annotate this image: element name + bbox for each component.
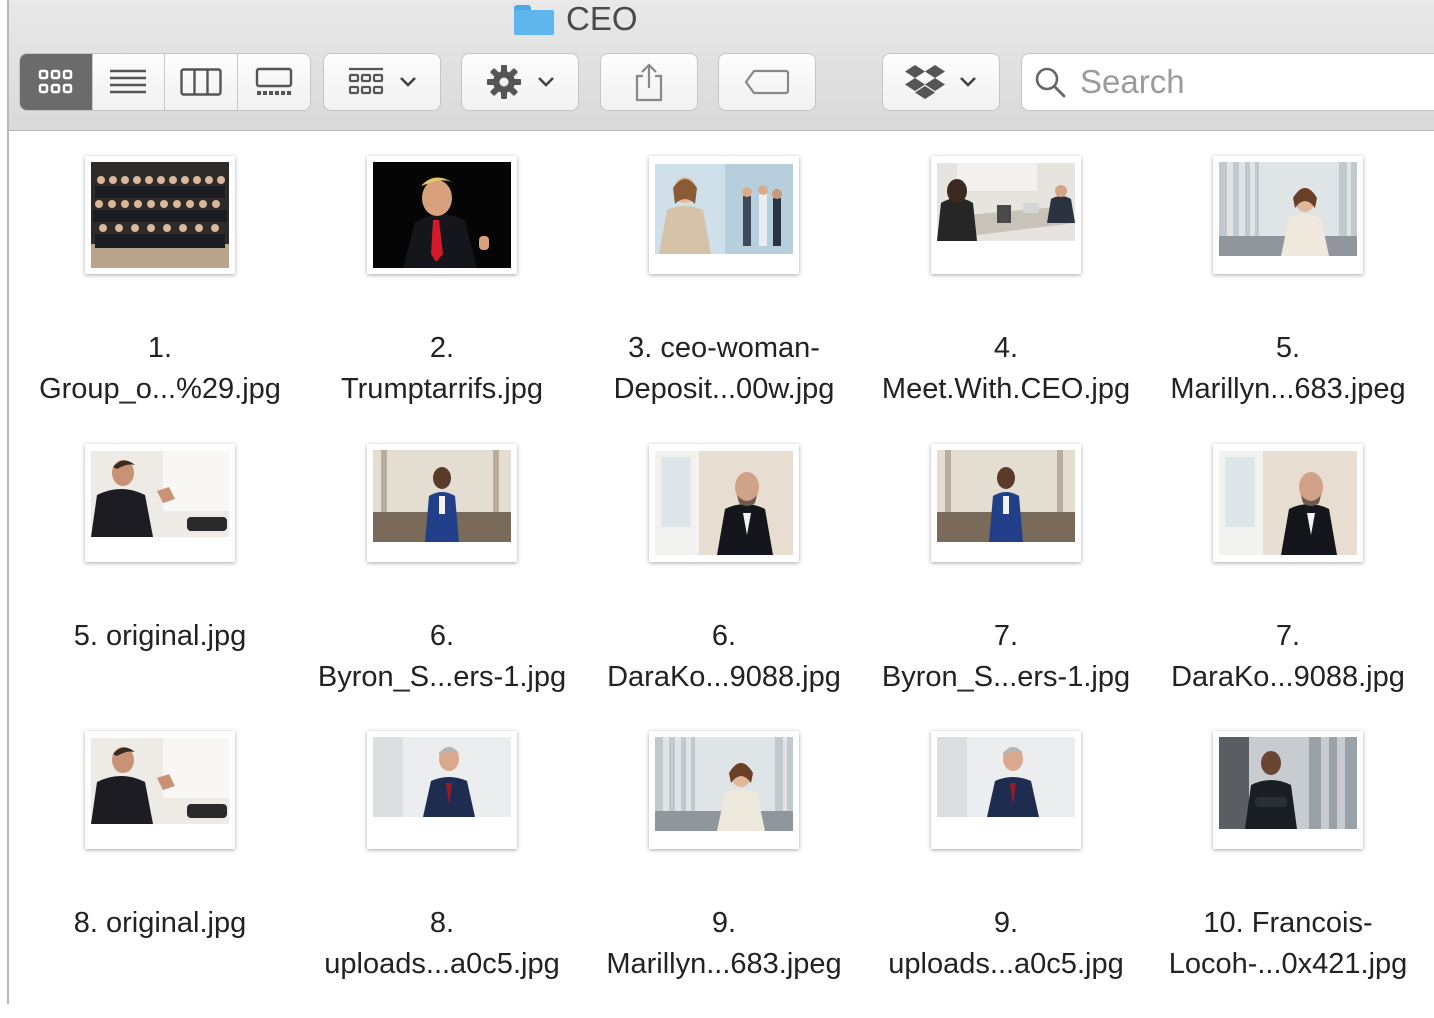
file-thumbnail (649, 731, 799, 849)
window-title: CEO (514, 0, 638, 38)
gallery-view-icon (255, 67, 292, 95)
icon-view-button[interactable] (20, 54, 93, 110)
file-name: 8. original.jpg (73, 907, 247, 939)
file-thumbnail (367, 731, 517, 849)
dropbox-button[interactable] (882, 53, 1000, 111)
tag-icon (744, 69, 790, 95)
bald-man-profile-image (1219, 451, 1357, 555)
file-name: 6. Byron_S...ers-1.jpg (317, 620, 567, 693)
file-thumbnail (1213, 156, 1363, 274)
file-thumbnail (85, 156, 235, 274)
file-item[interactable]: 1. Group_o...%29.jpg (19, 130, 301, 410)
file-item[interactable]: 5. Marillyn...683.jpeg (1147, 130, 1429, 410)
icon-view-icon (38, 69, 72, 94)
window-title-text: CEO (566, 0, 638, 37)
group-grid-icon (348, 67, 384, 95)
woman-corridor-image (1219, 162, 1357, 256)
chevron-down-icon (538, 77, 554, 87)
file-thumbnail (367, 156, 517, 274)
file-name: 2. Trumptarrifs.jpg (341, 332, 543, 405)
man-blue-suit-hallway-image (937, 450, 1075, 542)
file-item[interactable]: 5. original.jpg (19, 418, 301, 698)
file-item[interactable]: 9. Marillyn...683.jpeg (583, 705, 865, 985)
bald-man-profile-image (655, 451, 793, 555)
file-name: 8. uploads...a0c5.jpg (324, 907, 560, 980)
group-photo-image (91, 162, 229, 268)
file-item[interactable]: 9. uploads...a0c5.jpg (865, 705, 1147, 985)
gallery-view-button[interactable] (238, 54, 311, 110)
man-arms-crossed-image (1219, 737, 1357, 829)
file-name: 5. Marillyn...683.jpeg (1170, 332, 1406, 405)
group-by-button[interactable] (323, 53, 441, 111)
desktop-edge (0, 0, 7, 1018)
file-item[interactable]: 6. DaraKo...9088.jpg (583, 418, 865, 698)
file-item[interactable]: 2. Trumptarrifs.jpg (301, 130, 583, 410)
meeting-room-image (937, 163, 1075, 241)
view-mode-group (19, 53, 311, 111)
file-name: 7. DaraKo...9088.jpg (1171, 620, 1405, 693)
tag-button[interactable] (718, 53, 816, 111)
file-thumbnail (367, 444, 517, 562)
file-name: 4. Meet.With.CEO.jpg (881, 332, 1131, 405)
file-thumbnail (649, 444, 799, 562)
businessman-thinking-image (91, 738, 229, 824)
file-thumbnail (931, 156, 1081, 274)
file-name: 1. Group_o...%29.jpg (39, 332, 281, 405)
grey-haired-man-image (937, 737, 1075, 817)
file-item[interactable]: 4. Meet.With.CEO.jpg (865, 130, 1147, 410)
file-name: 7. Byron_S...ers-1.jpg (881, 620, 1131, 693)
file-item[interactable]: 7. Byron_S...ers-1.jpg (865, 418, 1147, 698)
file-item[interactable]: 8. original.jpg (19, 705, 301, 985)
woman-corridor-image (655, 737, 793, 831)
man-blue-suit-hallway-image (373, 450, 511, 542)
file-name: 5. original.jpg (73, 620, 247, 652)
file-item[interactable]: 7. DaraKo...9088.jpg (1147, 418, 1429, 698)
file-name: 10. Francois- Locoh-...0x421.jpg (1168, 907, 1408, 980)
file-name: 6. DaraKo...9088.jpg (607, 620, 841, 693)
search-input[interactable] (1078, 62, 1422, 102)
woman-office-image (655, 164, 793, 254)
share-icon (635, 63, 663, 102)
folder-icon (514, 3, 554, 35)
file-thumbnail (1213, 444, 1363, 562)
column-view-button[interactable] (165, 54, 238, 110)
toolbar: CEO (9, 0, 1434, 131)
search-icon (1035, 67, 1066, 98)
grey-haired-man-image (373, 737, 511, 817)
file-item[interactable]: 3. ceo-woman- Deposit...00w.jpg (583, 130, 865, 410)
share-button[interactable] (600, 53, 698, 111)
man-black-background-image (373, 162, 511, 268)
list-view-icon (110, 69, 147, 94)
file-thumbnail (931, 731, 1081, 849)
file-thumbnail (85, 444, 235, 562)
finder-window: CEO Search 1. Group_o...%29.jpg 2. Trump… (7, 0, 1434, 1004)
dropbox-icon (905, 65, 945, 99)
action-button[interactable] (461, 53, 579, 111)
businessman-thinking-image (91, 451, 229, 537)
column-view-icon (180, 68, 222, 96)
gear-icon (487, 65, 521, 99)
chevron-down-icon (400, 77, 416, 87)
file-item[interactable]: 6. Byron_S...ers-1.jpg (301, 418, 583, 698)
file-thumbnail (931, 444, 1081, 562)
file-name: 3. ceo-woman- Deposit...00w.jpg (613, 332, 835, 405)
file-name: 9. Marillyn...683.jpeg (606, 907, 842, 980)
file-name: 9. uploads...a0c5.jpg (888, 907, 1124, 980)
chevron-down-icon (960, 77, 976, 87)
file-thumbnail (85, 731, 235, 849)
file-thumbnail (649, 156, 799, 274)
file-icon-grid: 1. Group_o...%29.jpg 2. Trumptarrifs.jpg (9, 130, 1434, 1004)
file-item[interactable]: 8. uploads...a0c5.jpg (301, 705, 583, 985)
file-thumbnail (1213, 731, 1363, 849)
list-view-button[interactable] (93, 54, 165, 110)
search-field[interactable] (1021, 53, 1434, 111)
file-item[interactable]: 10. Francois- Locoh-...0x421.jpg (1147, 705, 1429, 985)
